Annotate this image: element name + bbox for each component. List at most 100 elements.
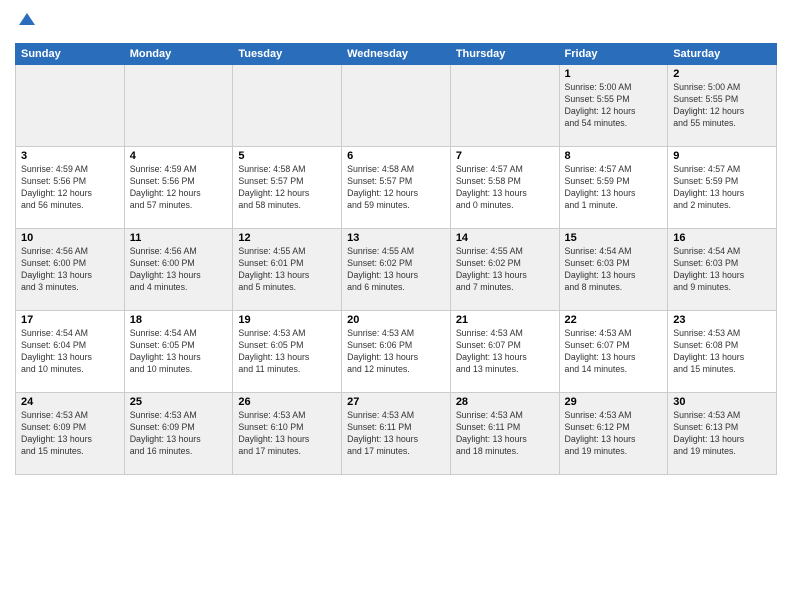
page: SundayMondayTuesdayWednesdayThursdayFrid… <box>0 0 792 612</box>
calendar-cell <box>450 65 559 147</box>
day-info: Sunrise: 4:53 AMSunset: 6:11 PMDaylight:… <box>347 410 445 458</box>
calendar-cell: 14Sunrise: 4:55 AMSunset: 6:02 PMDayligh… <box>450 229 559 311</box>
calendar-cell <box>233 65 342 147</box>
logo-text <box>15 10 37 35</box>
weekday-saturday: Saturday <box>668 44 777 65</box>
calendar-table: SundayMondayTuesdayWednesdayThursdayFrid… <box>15 43 777 475</box>
day-number: 15 <box>565 232 663 244</box>
calendar-cell: 7Sunrise: 4:57 AMSunset: 5:58 PMDaylight… <box>450 147 559 229</box>
calendar-cell: 2 Sunrise: 5:00 AMSunset: 5:55 PMDaylight… <box>668 65 777 147</box>
day-info: Sunrise: 4:53 AMSunset: 6:12 PMDaylight:… <box>565 410 663 458</box>
calendar-cell <box>342 65 451 147</box>
day-number: 28 <box>456 396 554 408</box>
day-number: 23 <box>673 314 771 326</box>
header <box>15 10 777 35</box>
day-info: Sunrise: 4:53 AMSunset: 6:08 PMDaylight:… <box>673 328 771 376</box>
day-info: Sunrise: 4:53 AMSunset: 6:10 PMDaylight:… <box>238 410 336 458</box>
day-number: 3 <box>21 150 119 162</box>
weekday-sunday: Sunday <box>16 44 125 65</box>
day-info: Sunrise: 4:58 AMSunset: 5:57 PMDaylight:… <box>238 164 336 212</box>
day-number: 19 <box>238 314 336 326</box>
calendar-cell: 21 Sunrise: 4:53 AMSunset: 6:07 PMDayligh… <box>450 311 559 393</box>
day-info: Sunrise: 4:55 AMSunset: 6:02 PMDaylight:… <box>347 246 445 294</box>
calendar-cell: 13 Sunrise: 4:55 AMSunset: 6:02 PMDayligh… <box>342 229 451 311</box>
day-number: 7 <box>456 150 554 162</box>
calendar-cell: 17 Sunrise: 4:54 AMSunset: 6:04 PMDayligh… <box>16 311 125 393</box>
day-number: 29 <box>565 396 663 408</box>
calendar-cell: 25 Sunrise: 4:53 AMSunset: 6:09 PMDayligh… <box>124 393 233 475</box>
calendar-cell: 23 Sunrise: 4:53 AMSunset: 6:08 PMDayligh… <box>668 311 777 393</box>
calendar-cell: 8 Sunrise: 4:57 AMSunset: 5:59 PMDaylight… <box>559 147 668 229</box>
day-info: Sunrise: 4:53 AMSunset: 6:07 PMDaylight:… <box>456 328 554 376</box>
calendar-cell: 5 Sunrise: 4:58 AMSunset: 5:57 PMDaylight… <box>233 147 342 229</box>
day-info: Sunrise: 4:53 AMSunset: 6:11 PMDaylight:… <box>456 410 554 458</box>
day-number: 6 <box>347 150 445 162</box>
day-number: 5 <box>238 150 336 162</box>
calendar-cell: 19 Sunrise: 4:53 AMSunset: 6:05 PMDayligh… <box>233 311 342 393</box>
weekday-thursday: Thursday <box>450 44 559 65</box>
day-info: Sunrise: 4:54 AMSunset: 6:05 PMDaylight:… <box>130 328 228 376</box>
calendar-cell: 10Sunrise: 4:56 AMSunset: 6:00 PMDayligh… <box>16 229 125 311</box>
calendar-cell: 24 Sunrise: 4:53 AMSunset: 6:09 PMDayligh… <box>16 393 125 475</box>
day-number: 18 <box>130 314 228 326</box>
day-number: 25 <box>130 396 228 408</box>
week-row-2: 10Sunrise: 4:56 AMSunset: 6:00 PMDayligh… <box>16 229 777 311</box>
day-info: Sunrise: 4:57 AMSunset: 5:59 PMDaylight:… <box>673 164 771 212</box>
calendar-cell <box>124 65 233 147</box>
logo-icon <box>17 10 37 30</box>
day-number: 4 <box>130 150 228 162</box>
calendar-cell: 16Sunrise: 4:54 AMSunset: 6:03 PMDayligh… <box>668 229 777 311</box>
calendar-cell: 22 Sunrise: 4:53 AMSunset: 6:07 PMDayligh… <box>559 311 668 393</box>
day-number: 20 <box>347 314 445 326</box>
calendar-cell: 11 Sunrise: 4:56 AMSunset: 6:00 PMDayligh… <box>124 229 233 311</box>
day-info: Sunrise: 4:53 AMSunset: 6:13 PMDaylight:… <box>673 410 771 458</box>
calendar-cell: 26 Sunrise: 4:53 AMSunset: 6:10 PMDayligh… <box>233 393 342 475</box>
day-number: 30 <box>673 396 771 408</box>
day-info: Sunrise: 4:59 AMSunset: 5:56 PMDaylight:… <box>130 164 228 212</box>
day-number: 2 <box>673 68 771 80</box>
calendar-cell: 29 Sunrise: 4:53 AMSunset: 6:12 PMDayligh… <box>559 393 668 475</box>
day-info: Sunrise: 4:53 AMSunset: 6:07 PMDaylight:… <box>565 328 663 376</box>
calendar-cell: 30 Sunrise: 4:53 AMSunset: 6:13 PMDayligh… <box>668 393 777 475</box>
day-info: Sunrise: 4:53 AMSunset: 6:05 PMDaylight:… <box>238 328 336 376</box>
week-row-1: 3 Sunrise: 4:59 AMSunset: 5:56 PMDaylight… <box>16 147 777 229</box>
week-row-0: 1 Sunrise: 5:00 AMSunset: 5:55 PMDaylight… <box>16 65 777 147</box>
day-number: 22 <box>565 314 663 326</box>
day-number: 21 <box>456 314 554 326</box>
day-info: Sunrise: 4:56 AMSunset: 6:00 PMDaylight:… <box>21 246 119 294</box>
weekday-tuesday: Tuesday <box>233 44 342 65</box>
day-number: 16 <box>673 232 771 244</box>
calendar-cell: 4 Sunrise: 4:59 AMSunset: 5:56 PMDaylight… <box>124 147 233 229</box>
calendar-cell: 12Sunrise: 4:55 AMSunset: 6:01 PMDayligh… <box>233 229 342 311</box>
weekday-header-row: SundayMondayTuesdayWednesdayThursdayFrid… <box>16 44 777 65</box>
weekday-friday: Friday <box>559 44 668 65</box>
day-number: 12 <box>238 232 336 244</box>
calendar-cell: 20 Sunrise: 4:53 AMSunset: 6:06 PMDayligh… <box>342 311 451 393</box>
day-number: 17 <box>21 314 119 326</box>
week-row-4: 24 Sunrise: 4:53 AMSunset: 6:09 PMDayligh… <box>16 393 777 475</box>
day-number: 11 <box>130 232 228 244</box>
calendar-cell <box>16 65 125 147</box>
day-number: 26 <box>238 396 336 408</box>
day-number: 24 <box>21 396 119 408</box>
week-row-3: 17 Sunrise: 4:54 AMSunset: 6:04 PMDayligh… <box>16 311 777 393</box>
day-info: Sunrise: 4:57 AMSunset: 5:59 PMDaylight:… <box>565 164 663 212</box>
day-number: 8 <box>565 150 663 162</box>
day-number: 13 <box>347 232 445 244</box>
day-info: Sunrise: 4:56 AMSunset: 6:00 PMDaylight:… <box>130 246 228 294</box>
day-number: 1 <box>565 68 663 80</box>
calendar-cell: 3 Sunrise: 4:59 AMSunset: 5:56 PMDaylight… <box>16 147 125 229</box>
day-number: 27 <box>347 396 445 408</box>
day-info: Sunrise: 4:59 AMSunset: 5:56 PMDaylight:… <box>21 164 119 212</box>
day-info: Sunrise: 4:54 AMSunset: 6:04 PMDaylight:… <box>21 328 119 376</box>
day-info: Sunrise: 4:53 AMSunset: 6:09 PMDaylight:… <box>21 410 119 458</box>
calendar-cell: 27 Sunrise: 4:53 AMSunset: 6:11 PMDayligh… <box>342 393 451 475</box>
day-info: Sunrise: 4:53 AMSunset: 6:06 PMDaylight:… <box>347 328 445 376</box>
day-info: Sunrise: 4:54 AMSunset: 6:03 PMDaylight:… <box>565 246 663 294</box>
calendar-cell: 15 Sunrise: 4:54 AMSunset: 6:03 PMDayligh… <box>559 229 668 311</box>
calendar-cell: 28 Sunrise: 4:53 AMSunset: 6:11 PMDayligh… <box>450 393 559 475</box>
day-info: Sunrise: 5:00 AMSunset: 5:55 PMDaylight:… <box>673 82 771 130</box>
day-info: Sunrise: 4:53 AMSunset: 6:09 PMDaylight:… <box>130 410 228 458</box>
calendar-cell: 1Sunrise: 5:00 AMSunset: 5:55 PMDaylight… <box>559 65 668 147</box>
logo <box>15 10 37 35</box>
